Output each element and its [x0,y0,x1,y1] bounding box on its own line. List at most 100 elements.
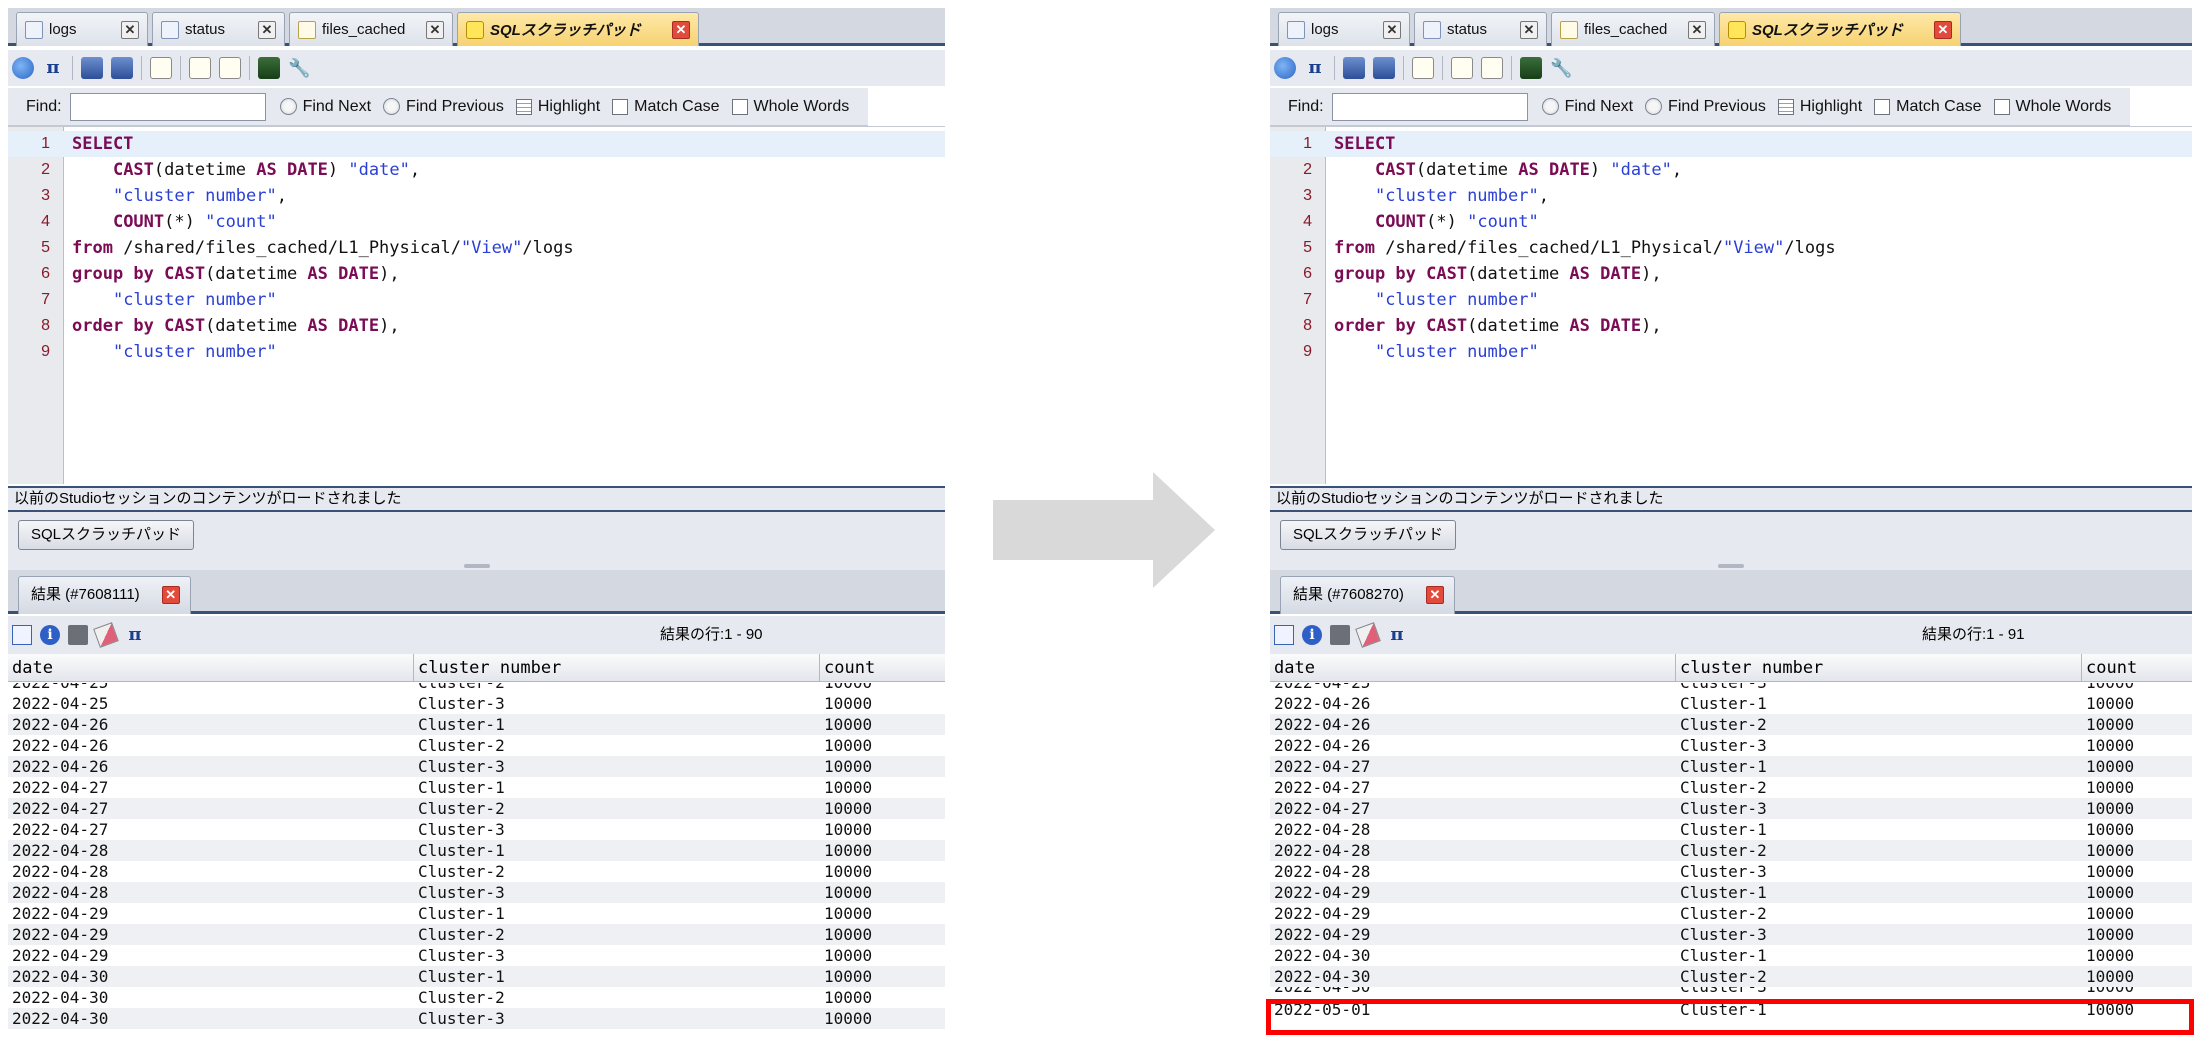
code-line[interactable]: 2 CAST(datetime AS DATE) "date", [1270,157,2192,183]
save-icon[interactable] [81,57,103,79]
find-input[interactable] [69,92,266,121]
table-row[interactable]: 2022-04-30 Cluster-3 10000 [1270,987,2192,997]
table-row[interactable]: 2022-04-26 Cluster-3 10000 [1270,735,2192,756]
query-plan-icon[interactable]: π [124,624,146,646]
tab-status[interactable]: status ✕ [152,12,285,46]
new-page-icon[interactable] [150,57,172,79]
table-row[interactable]: 2022-04-27 Cluster-2 10000 [1270,777,2192,798]
close-icon[interactable]: ✕ [1425,586,1444,604]
match-case-checkbox[interactable]: Match Case [1874,98,1982,116]
save-icon[interactable] [1343,57,1365,79]
splitter-grip[interactable] [463,564,490,568]
scratchpad-button[interactable]: SQLスクラッチパッド [18,520,195,550]
table-row[interactable]: 2022-04-28 Cluster-2 10000 [8,861,945,882]
table-row[interactable]: 2022-04-29 Cluster-2 10000 [1270,903,2192,924]
table-row[interactable]: 2022-04-26 Cluster-3 10000 [8,756,945,777]
film-icon[interactable] [1520,57,1542,79]
film-icon[interactable] [258,57,280,79]
code-line[interactable]: 5 from /shared/files_cached/L1_Physical/"… [1270,235,2192,261]
table-row[interactable]: 2022-04-25 Cluster-2 10000 [8,683,945,693]
table-row[interactable]: 2022-04-29 Cluster-2 10000 [8,924,945,945]
close-icon[interactable]: ✕ [426,21,444,39]
table-row[interactable]: 2022-04-26 Cluster-2 10000 [8,735,945,756]
code-line[interactable]: 4 COUNT(*) "count" [1270,209,2192,235]
table-row[interactable]: 2022-04-27 Cluster-2 10000 [8,798,945,819]
table-row[interactable]: 2022-04-28 Cluster-1 10000 [8,840,945,861]
column-header-cluster-number[interactable]: cluster number [414,654,820,682]
info-icon[interactable]: i [40,625,60,645]
column-header-count[interactable]: count [820,654,945,682]
code-line[interactable]: 4 COUNT(*) "count" [8,209,945,235]
column-header-count[interactable]: count [2082,654,2192,682]
table-row[interactable]: 2022-04-30 Cluster-2 10000 [8,987,945,1008]
save-all-icon[interactable] [1373,57,1395,79]
tab-files-cached[interactable]: files_cached ✕ [1551,12,1715,46]
wrench-icon[interactable]: 🔧 [1550,57,1572,79]
code-line[interactable]: 9 "cluster number" [8,339,945,365]
close-icon[interactable]: ✕ [258,21,276,39]
code-line[interactable]: 1 SELECT [8,131,945,157]
query-plan-icon[interactable]: π [1386,624,1408,646]
tab-result[interactable]: 結果 (#7608111) ✕ [18,576,191,614]
table-row[interactable]: 2022-04-28 Cluster-1 10000 [1270,819,2192,840]
whole-words-checkbox[interactable]: Whole Words [1993,98,2111,116]
tab-status[interactable]: status ✕ [1414,12,1547,46]
find-next-button[interactable]: Find Next [279,98,371,116]
table-row[interactable]: 2022-04-30 Cluster-1 10000 [1270,945,2192,966]
save-all-icon[interactable] [111,57,133,79]
code-line[interactable]: 9 "cluster number" [1270,339,2192,365]
document-icon[interactable] [68,625,88,645]
table-row[interactable]: 2022-04-28 Cluster-3 10000 [8,882,945,903]
wrench-icon[interactable]: 🔧 [288,57,310,79]
highlight-button[interactable]: Highlight [515,98,600,116]
table-row[interactable]: 2022-04-26 Cluster-1 10000 [1270,693,2192,714]
table-row[interactable]: 2022-04-29 Cluster-3 10000 [1270,924,2192,945]
table-row[interactable]: 2022-04-26 Cluster-2 10000 [1270,714,2192,735]
sql-editor[interactable]: 1 SELECT 2 CAST(datetime AS DATE) "date",… [1270,126,2192,484]
query-plan-icon[interactable]: π [42,57,64,79]
run-icon[interactable] [1274,57,1296,79]
code-line[interactable]: 8 order by CAST(datetime AS DATE), [1270,313,2192,339]
code-line[interactable]: 3 "cluster number", [1270,183,2192,209]
document-icon[interactable] [1481,57,1503,79]
tab-result[interactable]: 結果 (#7608270) ✕ [1280,576,1455,614]
find-previous-button[interactable]: Find Previous [383,98,504,116]
table-row[interactable]: 2022-04-25 Cluster-3 10000 [1270,683,2192,693]
table-row[interactable]: 2022-04-27 Cluster-3 10000 [1270,798,2192,819]
highlight-button[interactable]: Highlight [1777,98,1862,116]
close-icon[interactable]: ✕ [1383,21,1401,39]
close-icon[interactable]: ✕ [1688,21,1706,39]
find-previous-button[interactable]: Find Previous [1645,98,1766,116]
table-row[interactable]: 2022-04-30 Cluster-2 10000 [1270,966,2192,987]
sql-editor[interactable]: 1 SELECT 2 CAST(datetime AS DATE) "date",… [8,126,945,484]
table-row[interactable]: 2022-04-27 Cluster-3 10000 [8,819,945,840]
table-row[interactable]: 2022-04-27 Cluster-1 10000 [1270,756,2192,777]
export-icon[interactable] [12,625,32,645]
table-row[interactable]: 2022-04-30 Cluster-3 10000 [8,1008,945,1029]
splitter-grip[interactable] [1718,564,1744,568]
code-line[interactable]: 7 "cluster number" [8,287,945,313]
document-icon[interactable] [1330,625,1350,645]
column-header-cluster-number[interactable]: cluster number [1676,654,2082,682]
code-line[interactable]: 5 from /shared/files_cached/L1_Physical/"… [8,235,945,261]
list-icon[interactable] [189,57,211,79]
table-row[interactable]: 2022-04-29 Cluster-1 10000 [8,903,945,924]
code-line[interactable]: 7 "cluster number" [1270,287,2192,313]
code-line[interactable]: 1 SELECT [1270,131,2192,157]
table-row[interactable]: 2022-04-26 Cluster-1 10000 [8,714,945,735]
find-input[interactable] [1331,92,1528,121]
column-header-date[interactable]: date [1270,654,1676,682]
tab-files-cached[interactable]: files_cached ✕ [289,12,453,46]
scratchpad-button[interactable]: SQLスクラッチパッド [1280,520,1457,550]
find-next-button[interactable]: Find Next [1541,98,1633,116]
table-row[interactable]: 2022-04-29 Cluster-1 10000 [1270,882,2192,903]
tab-sql-scratchpad[interactable]: SQLスクラッチパッド ✕ [1719,12,1961,46]
code-line[interactable]: 3 "cluster number", [8,183,945,209]
code-line[interactable]: 6 group by CAST(datetime AS DATE), [8,261,945,287]
close-icon[interactable]: ✕ [161,586,180,604]
table-row[interactable]: 2022-05-01 Cluster-1 10000 [1270,999,2192,1020]
new-page-icon[interactable] [1412,57,1434,79]
match-case-checkbox[interactable]: Match Case [612,98,720,116]
document-icon[interactable] [219,57,241,79]
close-icon[interactable]: ✕ [121,21,139,39]
